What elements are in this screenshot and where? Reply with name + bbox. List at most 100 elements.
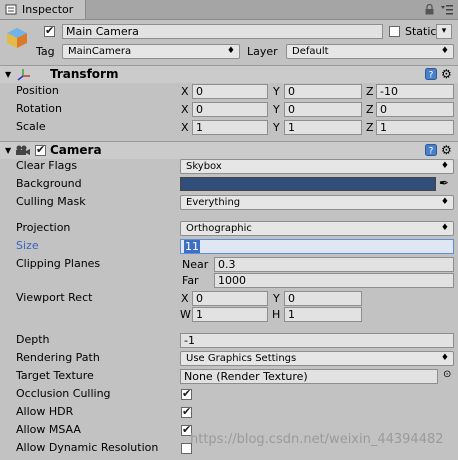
transform-axes-icon bbox=[17, 69, 30, 81]
axis-x-label: X bbox=[181, 103, 189, 116]
object-picker-icon[interactable]: ⊙ bbox=[443, 369, 451, 380]
clear-flags-dropdown[interactable]: Skybox ♦ bbox=[180, 159, 454, 174]
rotation-row: Rotation X 0 Y 0 Z 0 bbox=[0, 101, 458, 118]
allow-hdr-label: Allow HDR bbox=[16, 405, 74, 418]
rendering-path-value: Use Graphics Settings bbox=[186, 353, 297, 364]
axis-y-label: Y bbox=[273, 85, 280, 98]
scale-row: Scale X 1 Y 1 Z 1 bbox=[0, 119, 458, 136]
target-texture-field[interactable]: None (Render Texture) bbox=[180, 369, 438, 384]
camera-enabled-checkbox[interactable]: ✔ bbox=[35, 143, 46, 156]
gameobject-name-input[interactable]: Main Camera bbox=[62, 24, 383, 39]
projection-value: Orthographic bbox=[186, 223, 252, 234]
position-z-input[interactable]: -10 bbox=[376, 84, 454, 99]
scale-z-input[interactable]: 1 bbox=[376, 120, 454, 135]
background-row: Background ✒ bbox=[0, 176, 458, 193]
tag-value: MainCamera bbox=[68, 46, 132, 57]
camera-header[interactable]: ▼ ✔ Camera ? ⚙ bbox=[0, 141, 458, 159]
tab-bar: Inspector bbox=[0, 0, 458, 20]
scale-label: Scale bbox=[16, 120, 46, 133]
far-row: Far 1000 bbox=[0, 272, 458, 289]
tab-label: Inspector bbox=[22, 3, 74, 16]
eyedropper-icon[interactable]: ✒ bbox=[439, 176, 449, 190]
size-label: Size bbox=[16, 239, 39, 252]
foldout-arrow-icon[interactable]: ▼ bbox=[5, 146, 11, 155]
checkmark-icon: ✔ bbox=[182, 405, 192, 418]
tab-menu-icon[interactable] bbox=[440, 4, 454, 15]
transform-header[interactable]: ▼ Transform ? ⚙ bbox=[0, 65, 458, 83]
layer-label: Layer bbox=[247, 45, 278, 58]
viewport-wh-row: W 1 H 1 bbox=[0, 306, 458, 323]
foldout-arrow-icon[interactable]: ▼ bbox=[5, 70, 11, 79]
axis-w-label: W bbox=[180, 308, 191, 321]
axis-y-label: Y bbox=[273, 103, 280, 116]
viewport-x-input[interactable]: 0 bbox=[192, 291, 268, 306]
dropdown-arrow-icon: ♦ bbox=[440, 46, 449, 56]
clear-flags-label: Clear Flags bbox=[16, 159, 78, 172]
culling-mask-dropdown[interactable]: Everything ♦ bbox=[180, 195, 454, 210]
checkmark-icon: ✔ bbox=[36, 143, 46, 156]
camera-icon bbox=[16, 145, 30, 155]
gameobject-active-checkbox[interactable]: ✔ bbox=[44, 24, 55, 37]
help-icon[interactable]: ? bbox=[425, 68, 437, 80]
viewport-y-input[interactable]: 0 bbox=[284, 291, 362, 306]
static-dropdown-arrow[interactable]: ▾ bbox=[436, 24, 452, 39]
static-label: Static bbox=[405, 25, 437, 38]
background-label: Background bbox=[16, 177, 82, 190]
allow-msaa-label: Allow MSAA bbox=[16, 423, 81, 436]
inspector-icon bbox=[5, 4, 17, 15]
tab-inspector[interactable]: Inspector bbox=[0, 0, 86, 19]
gear-icon[interactable]: ⚙ bbox=[441, 67, 452, 81]
tag-dropdown[interactable]: MainCamera ♦ bbox=[62, 44, 240, 59]
axis-z-label: Z bbox=[366, 121, 374, 134]
svg-text:?: ? bbox=[429, 147, 434, 157]
rendering-path-dropdown[interactable]: Use Graphics Settings ♦ bbox=[180, 351, 454, 366]
clipping-planes-row: Clipping Planes Near 0.3 bbox=[0, 256, 458, 273]
clipping-planes-label: Clipping Planes bbox=[16, 257, 101, 270]
checkmark-icon: ✔ bbox=[45, 24, 55, 37]
viewport-rect-label: Viewport Rect bbox=[16, 291, 93, 304]
watermark: https://blog.csdn.net/weixin_44394482 bbox=[190, 432, 444, 447]
occlusion-culling-checkbox[interactable]: ✔ bbox=[181, 387, 192, 400]
occlusion-culling-label: Occlusion Culling bbox=[16, 387, 111, 400]
layer-value: Default bbox=[292, 46, 329, 57]
depth-input[interactable]: -1 bbox=[180, 333, 454, 348]
layer-dropdown[interactable]: Default ♦ bbox=[286, 44, 454, 59]
axis-y-label: Y bbox=[273, 292, 280, 305]
depth-row: Depth -1 bbox=[0, 332, 458, 349]
axis-x-label: X bbox=[181, 85, 189, 98]
size-value-selected: 11 bbox=[184, 240, 200, 253]
static-checkbox[interactable] bbox=[389, 26, 400, 37]
lock-icon[interactable] bbox=[425, 4, 434, 15]
projection-label: Projection bbox=[16, 221, 71, 234]
far-input[interactable]: 1000 bbox=[214, 273, 454, 288]
position-y-input[interactable]: 0 bbox=[284, 84, 362, 99]
rotation-x-input[interactable]: 0 bbox=[192, 102, 268, 117]
svg-text:?: ? bbox=[429, 71, 434, 81]
allow-hdr-row: Allow HDR ✔ bbox=[0, 404, 458, 421]
scale-x-input[interactable]: 1 bbox=[192, 120, 268, 135]
viewport-rect-row: Viewport Rect X 0 Y 0 bbox=[0, 290, 458, 307]
transform-title: Transform bbox=[50, 67, 119, 81]
axis-z-label: Z bbox=[366, 103, 374, 116]
gear-icon[interactable]: ⚙ bbox=[441, 143, 452, 157]
background-color-swatch[interactable] bbox=[180, 177, 436, 191]
scale-y-input[interactable]: 1 bbox=[284, 120, 362, 135]
viewport-h-input[interactable]: 1 bbox=[284, 307, 362, 322]
checkmark-icon: ✔ bbox=[182, 387, 192, 400]
viewport-w-input[interactable]: 1 bbox=[192, 307, 268, 322]
tag-label: Tag bbox=[36, 45, 55, 58]
allow-hdr-checkbox[interactable]: ✔ bbox=[181, 405, 192, 418]
help-icon[interactable]: ? bbox=[425, 144, 437, 156]
position-x-input[interactable]: 0 bbox=[192, 84, 268, 99]
rotation-y-input[interactable]: 0 bbox=[284, 102, 362, 117]
culling-mask-value: Everything bbox=[186, 197, 241, 208]
rotation-z-input[interactable]: 0 bbox=[376, 102, 454, 117]
projection-dropdown[interactable]: Orthographic ♦ bbox=[180, 221, 454, 236]
dropdown-arrow-icon: ♦ bbox=[440, 223, 449, 233]
size-input[interactable]: 11 bbox=[180, 239, 454, 254]
dropdown-arrow-icon: ♦ bbox=[440, 161, 449, 171]
dropdown-arrow-icon: ♦ bbox=[226, 46, 235, 56]
allow-dynamic-resolution-label: Allow Dynamic Resolution bbox=[16, 441, 159, 454]
near-input[interactable]: 0.3 bbox=[214, 257, 454, 272]
near-label: Near bbox=[182, 258, 209, 271]
